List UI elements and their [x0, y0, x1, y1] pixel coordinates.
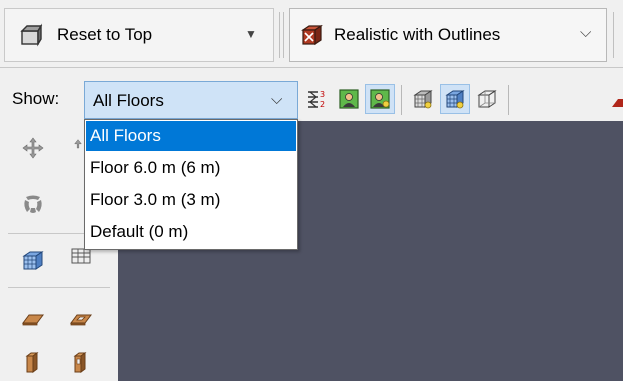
toolbar-separator	[613, 12, 614, 58]
show-label: Show:	[12, 89, 60, 108]
reset-view-icon	[19, 23, 43, 51]
person-view-button[interactable]	[334, 84, 364, 114]
reset-to-top-label: Reset to Top	[57, 25, 153, 44]
floor-filter-value: All Floors	[93, 91, 164, 110]
chevron-down-icon[interactable]: ⌵	[580, 24, 591, 41]
wireframe-light-pressed-icon	[445, 90, 465, 109]
render-style-select[interactable]: Realistic with Outlines ⌵	[289, 8, 607, 62]
left-toolbar-separator	[8, 287, 110, 288]
toolbar-separator	[401, 85, 402, 115]
pan-icon	[22, 137, 44, 159]
wireframe-outline-button[interactable]	[472, 84, 502, 114]
floor-option-default[interactable]: Default (0 m)	[86, 217, 296, 247]
slab-button[interactable]	[18, 303, 48, 333]
orbit-icon	[24, 195, 42, 213]
opening-slab-icon	[70, 314, 92, 326]
wireframe-light-icon	[413, 90, 433, 109]
wireframe-light-button[interactable]	[408, 84, 438, 114]
column-icon	[25, 352, 39, 373]
dropdown-arrow-icon[interactable]: ▼	[245, 27, 257, 41]
floor-stack-button[interactable]: 3 2	[302, 84, 332, 114]
floor-option-all[interactable]: All Floors	[86, 121, 296, 151]
floor-filter-select[interactable]: All Floors ⌵	[84, 81, 298, 119]
wireframe-light-active-button[interactable]	[440, 84, 470, 114]
person-green-icon	[339, 89, 359, 109]
render-style-value: Realistic with Outlines	[334, 25, 501, 44]
wireframe-cube-button[interactable]	[18, 245, 48, 275]
render-style-icon	[300, 23, 324, 51]
svg-text:2: 2	[320, 100, 325, 109]
floor-filter-dropdown: All Floors Floor 6.0 m (6 m) Floor 3.0 m…	[84, 119, 298, 250]
column-window-icon	[73, 352, 87, 373]
chevron-down-icon[interactable]: ⌵	[271, 91, 282, 108]
floor-stack-icon: 3 2	[308, 90, 325, 109]
clipped-toolbar-icon[interactable]	[612, 95, 623, 109]
svg-text:3: 3	[320, 90, 325, 99]
reset-to-top-button[interactable]: Reset to Top ▼	[4, 8, 274, 62]
floor-option-6m[interactable]: Floor 6.0 m (6 m)	[86, 153, 296, 183]
toolbar-separator	[508, 85, 509, 115]
toolbar-separator	[283, 12, 284, 58]
person-view-active-button[interactable]	[365, 84, 395, 114]
wireframe-outline-icon	[477, 90, 497, 108]
person-green-pressed-icon	[370, 89, 390, 109]
wireframe-cube-icon	[22, 251, 44, 270]
orbit-button[interactable]	[18, 189, 48, 219]
slab-icon	[22, 314, 44, 326]
column-window-button[interactable]	[66, 347, 96, 377]
toolbar-separator	[279, 12, 280, 58]
column-button[interactable]	[18, 347, 48, 377]
opening-slab-button[interactable]	[66, 303, 96, 333]
floor-option-3m[interactable]: Floor 3.0 m (3 m)	[86, 185, 296, 215]
pan-button[interactable]	[18, 133, 48, 163]
